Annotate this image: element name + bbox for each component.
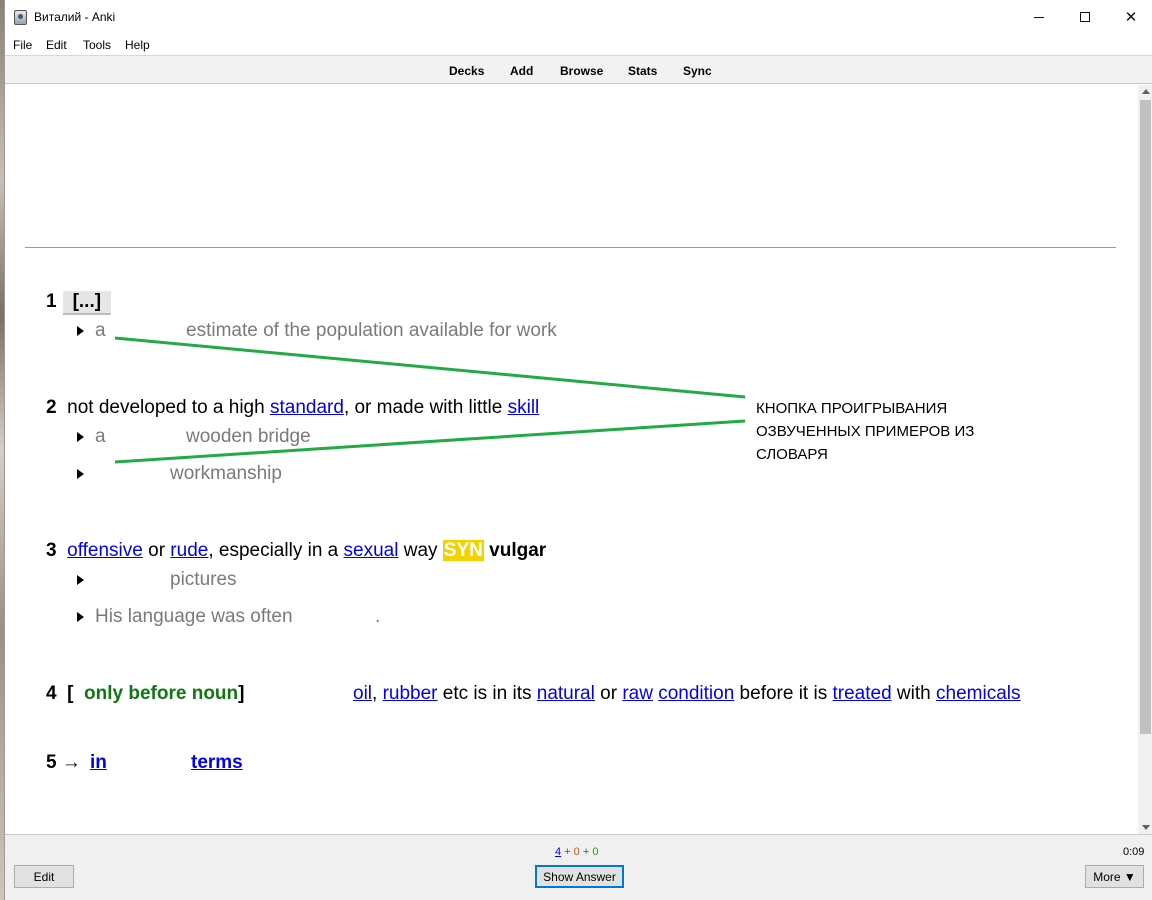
definition-text: etc is in its [437, 683, 537, 704]
word-link[interactable]: raw [622, 683, 653, 704]
word-link[interactable]: natural [537, 683, 595, 704]
definition-text: before it is [734, 683, 833, 704]
annotation-line [114, 336, 746, 399]
example-text: His language was often [95, 606, 293, 627]
word-link[interactable]: sexual [344, 540, 399, 561]
example-text: workmanship [170, 463, 282, 484]
scroll-down-icon[interactable] [1142, 825, 1150, 830]
example-text: a [95, 426, 106, 447]
example-text: pictures [170, 569, 237, 590]
menu-edit[interactable]: Edit [46, 38, 67, 52]
maximize-icon [1080, 12, 1090, 22]
definition-text: or [594, 683, 623, 704]
anki-window: Виталий - Anki ✕ File Edit Tools Help De… [4, 0, 1152, 900]
word-link[interactable]: treated [833, 683, 892, 704]
maximize-button[interactable] [1062, 0, 1108, 34]
annotation-line-text: СЛОВАРЯ [756, 446, 828, 463]
minimize-button[interactable] [1016, 0, 1062, 34]
play-triangle-icon[interactable] [77, 575, 84, 585]
scroll-up-icon[interactable] [1142, 89, 1150, 94]
definition-text: not developed to a high [67, 397, 270, 418]
minimize-icon [1034, 16, 1044, 18]
definition-text: or [142, 540, 171, 561]
example-text: estimate of the population available for… [186, 320, 557, 341]
definition-number: 5 [46, 752, 57, 773]
toolbar-browse[interactable]: Browse [560, 64, 603, 78]
cross-reference-link[interactable]: in [90, 752, 107, 774]
menu-bar: File Edit Tools Help [5, 34, 1152, 55]
word-link[interactable]: rubber [383, 683, 438, 704]
definition-text: way [398, 540, 443, 561]
definition-number: 1 [46, 291, 57, 312]
example-text: wooden bridge [186, 426, 311, 447]
annotation-line-text: ОЗВУЧЕННЫХ ПРИМЕРОВ ИЗ [756, 423, 975, 440]
close-button[interactable]: ✕ [1108, 0, 1152, 34]
grammar-bracket: [ [67, 683, 74, 704]
cross-reference-link[interactable]: terms [191, 752, 243, 774]
play-triangle-icon[interactable] [77, 432, 84, 442]
synonym-word: vulgar [489, 540, 547, 561]
grammar-bracket: ] [238, 683, 245, 704]
play-triangle-icon[interactable] [77, 326, 84, 336]
card-content: 1 [...] a estimate of the population avai… [5, 85, 1138, 834]
definition-number: 2 [46, 397, 57, 418]
vertical-scrollbar[interactable] [1138, 85, 1152, 834]
definition-5: 5 → [46, 752, 86, 774]
menu-file[interactable]: File [13, 38, 32, 52]
definition-2: 2 not developed to a high standard, or m… [46, 397, 539, 419]
review-count: 0 [592, 846, 599, 858]
menu-tools[interactable]: Tools [83, 38, 111, 52]
title-bar: Виталий - Anki ✕ [5, 0, 1152, 34]
definition-1: 1 [...] [46, 291, 112, 315]
play-triangle-icon[interactable] [77, 612, 84, 622]
cloze-deletion: [...] [62, 291, 112, 315]
answer-timer: 0:09 [1123, 846, 1145, 858]
review-bottom-bar: 4 + 0 + 0 0:09 Edit Show Answer More ▼ [5, 834, 1152, 900]
example-text: a [95, 320, 106, 341]
more-button[interactable]: More ▼ [1085, 865, 1144, 888]
menu-help[interactable]: Help [125, 38, 150, 52]
annotation-text: КНОПКА ПРОИГРЫВАНИЯ ОЗВУЧЕННЫХ ПРИМЕРОВ … [756, 397, 974, 466]
annotation-line-text: КНОПКА ПРОИГРЫВАНИЯ [756, 400, 948, 417]
toolbar-add[interactable]: Add [510, 64, 533, 78]
anki-app-icon [14, 10, 27, 25]
definition-number: 4 [46, 683, 57, 704]
count-separator: + [579, 846, 593, 858]
definition-text: , or made with little [343, 397, 508, 418]
window-title: Виталий - Anki [34, 10, 116, 24]
word-link[interactable]: chemicals [936, 683, 1020, 704]
edit-button[interactable]: Edit [14, 865, 74, 888]
word-link[interactable]: standard [270, 397, 344, 418]
card-divider [25, 247, 1116, 248]
word-link[interactable]: rude [170, 540, 208, 561]
toolbar-sync[interactable]: Sync [683, 64, 712, 78]
scroll-thumb[interactable] [1140, 100, 1151, 734]
close-icon: ✕ [1124, 7, 1138, 26]
main-toolbar: Decks Add Browse Stats Sync [5, 55, 1152, 84]
definition-number: 3 [46, 540, 57, 561]
example-text: . [375, 606, 381, 627]
definition-3: 3 offensive or rude, especially in a sex… [46, 540, 546, 562]
synonym-badge: SYN [442, 540, 484, 561]
play-triangle-icon[interactable] [77, 469, 84, 479]
count-separator: + [561, 846, 574, 858]
word-link[interactable]: oil [353, 683, 372, 704]
toolbar-decks[interactable]: Decks [449, 64, 484, 78]
show-answer-button[interactable]: Show Answer [535, 865, 624, 888]
word-link[interactable]: offensive [67, 540, 143, 561]
word-link[interactable]: skill [508, 397, 540, 418]
word-link[interactable]: condition [658, 683, 734, 704]
toolbar-stats[interactable]: Stats [628, 64, 657, 78]
definition-text: , especially in a [208, 540, 344, 561]
arrow-icon: → [61, 752, 81, 773]
card-counts: 4 + 0 + 0 [555, 846, 598, 858]
definition-text: with [891, 683, 937, 704]
definition-text: , [372, 683, 383, 704]
definition-4-text: oil, rubber etc is in its natural or raw… [353, 683, 1021, 705]
definition-4: 4 [ only before noun] [46, 683, 244, 705]
grammar-label: only before noun [84, 683, 239, 704]
